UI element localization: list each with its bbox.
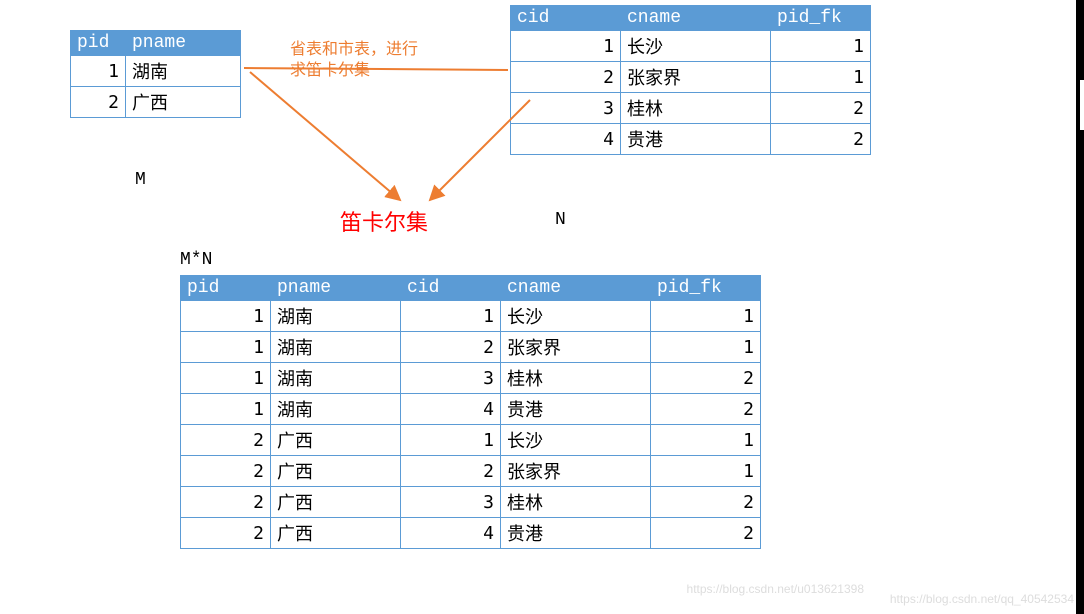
table-row: 1 长沙 1 xyxy=(511,31,871,62)
cell-cid: 2 xyxy=(401,456,501,487)
table-row: 2广西3桂林2 xyxy=(181,487,761,518)
cell-cid: 4 xyxy=(401,518,501,549)
cell-cid: 1 xyxy=(401,301,501,332)
col-cname: cname xyxy=(621,6,771,31)
table-row: 2 张家界 1 xyxy=(511,62,871,93)
cell-pid: 1 xyxy=(181,301,271,332)
table-row: 1湖南4贵港2 xyxy=(181,394,761,425)
cell-cid: 2 xyxy=(401,332,501,363)
cartesian-result-table: pid pname cid cname pid_fk 1湖南1长沙11湖南2张家… xyxy=(180,275,761,549)
col-pname: pname xyxy=(271,276,401,301)
cell-cid: 4 xyxy=(401,394,501,425)
cell-cname: 张家界 xyxy=(501,332,651,363)
col-pid: pid xyxy=(71,31,126,56)
cell-pid: 1 xyxy=(181,332,271,363)
col-pidfk: pid_fk xyxy=(651,276,761,301)
cell-pname: 湖南 xyxy=(271,394,401,425)
col-pid: pid xyxy=(181,276,271,301)
mn-label: M*N xyxy=(180,250,212,270)
n-label: N xyxy=(555,210,566,230)
col-pname: pname xyxy=(126,31,241,56)
cell-pid_fk: 2 xyxy=(651,518,761,549)
table-row: 2广西2张家界1 xyxy=(181,456,761,487)
table-row: 1湖南1长沙1 xyxy=(181,301,761,332)
cell-pname: 广西 xyxy=(271,518,401,549)
watermark-1: https://blog.csdn.net/u013621398 xyxy=(687,582,864,596)
cell-pid_fk: 2 xyxy=(651,487,761,518)
cell-cid: 3 xyxy=(401,487,501,518)
col-pidfk: pid_fk xyxy=(771,6,871,31)
col-cid: cid xyxy=(401,276,501,301)
cell-cname: 长沙 xyxy=(501,425,651,456)
cell-cid: 1 xyxy=(401,425,501,456)
cell-pid: 2 xyxy=(181,487,271,518)
arrow-left-down xyxy=(250,72,400,200)
table-row: 3 桂林 2 xyxy=(511,93,871,124)
cell-cname: 桂林 xyxy=(501,487,651,518)
annotation-text: 省表和市表，进行 求笛卡尔集 xyxy=(290,40,418,82)
cell-pid: 2 xyxy=(181,518,271,549)
cell-pname: 湖南 xyxy=(271,363,401,394)
cell-pid_fk: 1 xyxy=(651,425,761,456)
cell-cid: 3 xyxy=(401,363,501,394)
cell-pid: 2 xyxy=(181,425,271,456)
table-row: 1 湖南 xyxy=(71,56,241,87)
result-body: 1湖南1长沙11湖南2张家界11湖南3桂林21湖南4贵港22广西1长沙12广西2… xyxy=(181,301,761,549)
cell-pid_fk: 1 xyxy=(651,456,761,487)
table-row: 2广西4贵港2 xyxy=(181,518,761,549)
cell-cname: 桂林 xyxy=(501,363,651,394)
cell-pname: 广西 xyxy=(271,456,401,487)
province-table: pid pname 1 湖南 2 广西 xyxy=(70,30,241,118)
cell-pname: 湖南 xyxy=(271,332,401,363)
cell-pname: 广西 xyxy=(271,487,401,518)
cell-pid_fk: 1 xyxy=(651,301,761,332)
watermark-2: https://blog.csdn.net/qq_40542534 xyxy=(890,592,1074,606)
cartesian-label: 笛卡尔集 xyxy=(340,205,428,237)
cell-pname: 广西 xyxy=(271,425,401,456)
province-body: 1 湖南 2 广西 xyxy=(71,56,241,118)
cell-cname: 贵港 xyxy=(501,394,651,425)
cell-pid: 2 xyxy=(181,456,271,487)
table-row: 4 贵港 2 xyxy=(511,124,871,155)
cell-pid_fk: 2 xyxy=(651,363,761,394)
cell-pid_fk: 2 xyxy=(651,394,761,425)
cell-cname: 贵港 xyxy=(501,518,651,549)
table-row: 2广西1长沙1 xyxy=(181,425,761,456)
cell-pname: 湖南 xyxy=(271,301,401,332)
cell-cname: 长沙 xyxy=(501,301,651,332)
cell-pid: 1 xyxy=(181,363,271,394)
table-row: 1湖南3桂林2 xyxy=(181,363,761,394)
col-cid: cid xyxy=(511,6,621,31)
right-scrollbar xyxy=(1076,0,1084,614)
city-table: cid cname pid_fk 1 长沙 1 2 张家界 1 3 桂林 2 4… xyxy=(510,5,871,155)
col-cname: cname xyxy=(501,276,651,301)
cell-pid: 1 xyxy=(181,394,271,425)
cell-cname: 张家界 xyxy=(501,456,651,487)
cell-pid_fk: 1 xyxy=(651,332,761,363)
city-body: 1 长沙 1 2 张家界 1 3 桂林 2 4 贵港 2 xyxy=(511,31,871,155)
m-label: M xyxy=(135,170,146,190)
table-row: 1湖南2张家界1 xyxy=(181,332,761,363)
table-row: 2 广西 xyxy=(71,87,241,118)
